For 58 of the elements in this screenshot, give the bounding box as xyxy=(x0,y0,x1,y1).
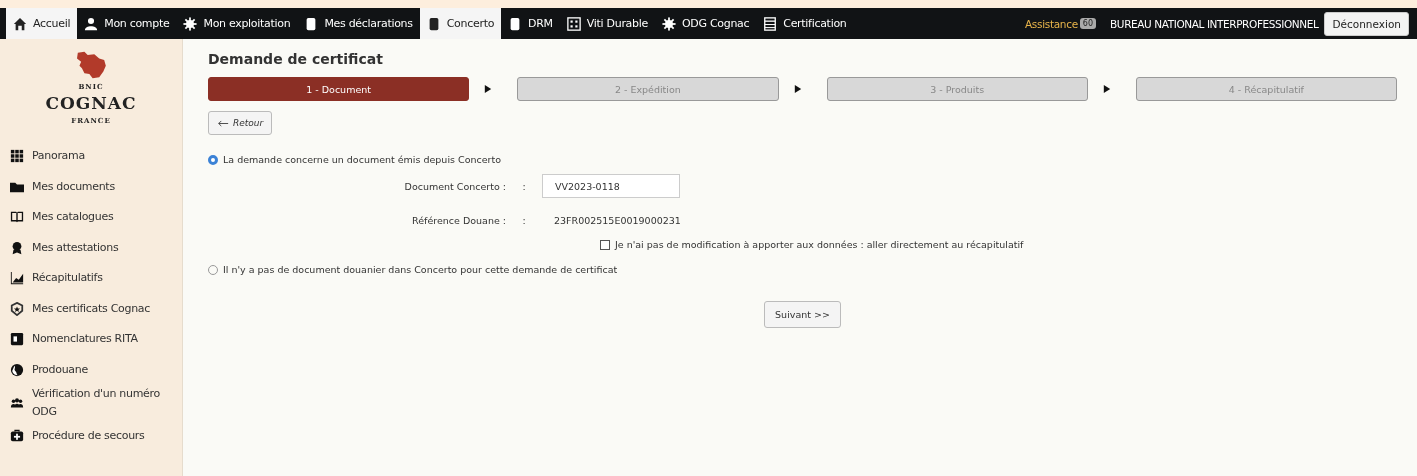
field-value: 23FR002515E0019000231 xyxy=(553,214,681,226)
gear-icon xyxy=(183,16,198,31)
field-label: Document Concerto : xyxy=(403,180,506,192)
field-label: Référence Douane : xyxy=(411,214,506,226)
separator-text: : xyxy=(521,180,527,192)
option-label: Il n'y a pas de document douanier dans Concerto pour cette demande de certificat xyxy=(223,264,618,275)
sidebar-item[interactable]: Vérification d'un numéro ODG xyxy=(0,385,182,421)
card-icon xyxy=(10,332,24,347)
checkbox[interactable] xyxy=(600,239,610,250)
next-button[interactable]: Suivant >> xyxy=(764,301,841,328)
table-icon xyxy=(763,16,778,31)
radio-button[interactable] xyxy=(208,154,218,165)
grid-icon xyxy=(566,16,581,31)
sidebar-item[interactable]: Mes certificats Cognac xyxy=(0,293,182,324)
sidebar-item[interactable]: Mes documents xyxy=(0,171,182,202)
sidebar-item[interactable]: Nomenclatures RITA xyxy=(0,324,182,355)
logo-text: COGNAC xyxy=(45,93,137,113)
logout-button[interactable]: Déconnexion xyxy=(1324,11,1409,36)
gear-icon xyxy=(661,16,676,31)
grid-icon xyxy=(10,149,24,164)
medkit-icon xyxy=(10,428,24,443)
nav-tab[interactable]: Mon exploitation xyxy=(176,8,298,39)
separator-text: : xyxy=(521,214,527,226)
nav-tab[interactable]: Certification xyxy=(756,8,854,39)
organization-name: BUREAU NATIONAL INTERPROFESSIONNEL xyxy=(1110,17,1319,30)
nav-tab[interactable]: DRM xyxy=(501,8,560,39)
back-button[interactable]: Retour xyxy=(208,111,273,135)
globe-icon xyxy=(10,362,24,377)
arrow-icon xyxy=(793,84,802,94)
sidebar-item[interactable]: Prodouane xyxy=(0,354,182,385)
step-tab[interactable]: 1 - Document xyxy=(208,77,470,101)
assistance-link[interactable]: Assistance xyxy=(1024,17,1078,30)
nav-tab[interactable]: Accueil xyxy=(6,8,78,39)
badge-icon xyxy=(10,301,24,316)
region-map-icon xyxy=(74,51,108,79)
nav-tab[interactable]: Mon compte xyxy=(77,8,177,39)
ribbon-icon xyxy=(10,240,24,255)
sidebar-item[interactable]: Mes attestations xyxy=(0,232,182,263)
nav-tab[interactable]: Mes déclarations xyxy=(297,8,420,39)
arrow-icon xyxy=(484,84,493,94)
input-field[interactable]: VV2023-0118 xyxy=(542,174,680,198)
arrow-icon xyxy=(1102,84,1111,94)
book-icon xyxy=(10,210,24,225)
count-badge: 60 xyxy=(1079,18,1097,29)
sidebar-item[interactable]: Procédure de secours xyxy=(0,420,182,451)
nav-tab[interactable]: Viti Durable xyxy=(559,8,655,39)
option-label: La demande concerne un document émis depuis Concerto xyxy=(223,154,501,165)
home-icon xyxy=(13,16,27,31)
page-title: Demande de certificat xyxy=(208,51,384,67)
arrow-left-icon xyxy=(217,119,229,127)
sidebar-item[interactable]: Récapitulatifs xyxy=(0,263,182,294)
user-icon xyxy=(84,16,99,31)
nav-tab[interactable]: ODG Cognac xyxy=(654,8,757,39)
sidebar-item[interactable]: Panorama xyxy=(0,141,182,172)
sidebar-item[interactable]: Mes catalogues xyxy=(0,202,182,233)
chart-icon xyxy=(10,271,24,286)
checkbox-label: Je n'ai pas de modification à apporter aux données : aller directement au récapitulatif xyxy=(615,239,1024,250)
nav-tab[interactable]: Concerto xyxy=(419,8,502,39)
